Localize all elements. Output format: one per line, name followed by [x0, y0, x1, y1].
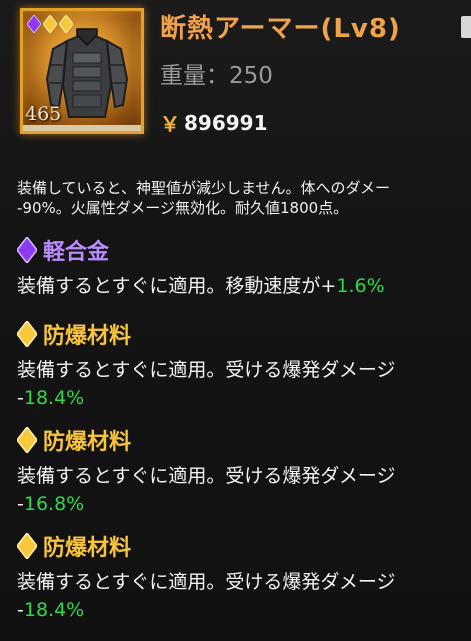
item-name: 断熱アーマー(Lv8)	[160, 14, 401, 44]
gold-gem-icon	[17, 533, 37, 559]
mod-description-text: 装備するとすぐに適用。受ける爆発ダメージ	[17, 465, 396, 487]
durability-bar	[23, 125, 141, 131]
mod-description: 装備するとすぐに適用。受ける爆発ダメージ -18.4%	[17, 356, 395, 412]
mod-value-sign: -	[17, 493, 24, 515]
description-line: -90%。火属性ダメージ無効化。耐久値1800点。	[17, 199, 349, 217]
mod-description-text: 装備するとすぐに適用。移動速度が+	[17, 275, 337, 297]
price-value: 896991	[184, 110, 268, 135]
gold-gem-icon	[17, 321, 37, 347]
weight-label: 重量：	[160, 63, 229, 89]
mod-description: 装備するとすぐに適用。受ける爆発ダメージ -18.4%	[17, 568, 395, 624]
mod-title: 防爆材料	[17, 424, 395, 456]
mod-description: 装備するとすぐに適用。受ける爆発ダメージ -16.8%	[17, 462, 395, 518]
item-weight: 重量：250	[160, 56, 273, 90]
yen-icon: ￥	[160, 112, 180, 136]
mod-value-sign: -	[17, 387, 24, 409]
description-line: 装備していると、神聖値が減少しません。体へのダメー	[17, 179, 391, 197]
mod-name: 防爆材料	[43, 536, 132, 561]
purple-gem-icon	[27, 15, 41, 33]
item-description: 装備していると、神聖値が減少しません。体へのダメー -90%。火属性ダメージ無効…	[17, 178, 471, 218]
gold-gem-icon	[17, 427, 37, 453]
item-tooltip-panel: 465 断熱アーマー(Lv8) 重量：250 ￥ 896991 装備していると、…	[0, 0, 471, 641]
mod-description-text: 装備するとすぐに適用。受ける爆発ダメージ	[17, 571, 396, 593]
mod-value: 16.8%	[23, 493, 85, 515]
mod-description-text: 装備するとすぐに適用。受ける爆発ダメージ	[17, 359, 396, 381]
purple-gem-icon	[17, 237, 37, 263]
mod-description: 装備するとすぐに適用。移動速度が+1.6%	[17, 272, 385, 300]
item-image-frame[interactable]: 465	[20, 8, 144, 134]
mod-name: 防爆材料	[43, 324, 132, 349]
corner-tab-icon[interactable]	[461, 16, 471, 38]
mod-title: 防爆材料	[17, 318, 395, 350]
mod-item: 防爆材料 装備するとすぐに適用。受ける爆発ダメージ -18.4%	[17, 318, 395, 412]
mod-name: 防爆材料	[43, 430, 132, 455]
mod-value: 18.4%	[23, 599, 85, 621]
durability-value: 465	[25, 103, 62, 125]
mod-item: 防爆材料 装備するとすぐに適用。受ける爆発ダメージ -18.4%	[17, 530, 395, 624]
mod-name: 軽合金	[43, 240, 110, 265]
mod-item: 軽合金 装備するとすぐに適用。移動速度が+1.6%	[17, 234, 385, 300]
mod-item: 防爆材料 装備するとすぐに適用。受ける爆発ダメージ -16.8%	[17, 424, 395, 518]
mod-value-sign: -	[17, 599, 24, 621]
mod-value: 18.4%	[23, 387, 85, 409]
mod-title: 軽合金	[17, 234, 385, 266]
mod-value: 1.6%	[336, 275, 385, 297]
weight-value: 250	[229, 63, 273, 89]
item-price: ￥ 896991	[160, 108, 268, 137]
mod-title: 防爆材料	[17, 530, 395, 562]
